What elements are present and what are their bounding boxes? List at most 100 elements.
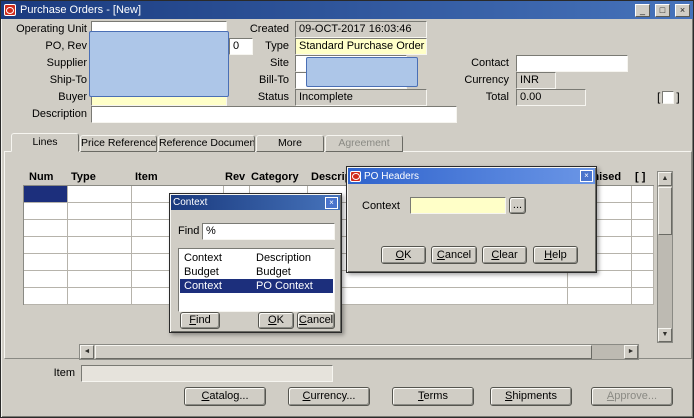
column-header-item: Item	[135, 171, 158, 183]
redacted-region	[89, 31, 229, 97]
created-label: Created	[249, 23, 289, 35]
table-cell[interactable]	[632, 203, 654, 220]
lov-cell: PO Context	[256, 280, 313, 292]
window-title: Purchase Orders - [New]	[20, 4, 142, 16]
table-cell[interactable]	[632, 186, 654, 203]
contact-field[interactable]	[516, 55, 628, 72]
table-cell[interactable]	[68, 237, 132, 254]
context-lov-dialog: Context × Find % Context Description Bud…	[169, 193, 342, 333]
window-titlebar[interactable]: Purchase Orders - [New] _ □ ×	[1, 1, 693, 19]
table-vertical-scrollbar[interactable]: ▲ ▼	[657, 171, 673, 343]
bracket-open: [	[657, 90, 661, 104]
tab-more[interactable]: More	[256, 135, 324, 152]
table-cell[interactable]	[632, 288, 654, 305]
item-label: Item	[53, 367, 75, 379]
type-field[interactable]: Standard Purchase Order	[295, 38, 427, 55]
description-field[interactable]	[91, 106, 457, 123]
lov-ok-button[interactable]: OK	[258, 312, 294, 329]
table-cell[interactable]	[308, 288, 568, 305]
lov-row-budget[interactable]: Budget Budget	[180, 265, 333, 279]
table-cell[interactable]	[632, 271, 654, 288]
scroll-right-icon[interactable]: ►	[624, 345, 638, 359]
currency-field: INR	[516, 72, 556, 89]
bill-to-label: Bill-To	[259, 74, 289, 86]
buyer-label: Buyer	[58, 91, 87, 103]
terms-button[interactable]: Terms	[392, 387, 474, 406]
currency-button[interactable]: Currency...	[288, 387, 370, 406]
scroll-down-icon[interactable]: ▼	[658, 328, 672, 342]
restore-icon[interactable]: □	[655, 3, 670, 17]
table-cell[interactable]	[24, 203, 68, 220]
catalog-button[interactable]: Catalog...	[184, 387, 266, 406]
lov-row-context-selected[interactable]: Context PO Context	[180, 279, 333, 293]
table-cell[interactable]	[68, 203, 132, 220]
table-cell[interactable]	[568, 288, 632, 305]
lov-header-description: Description	[256, 252, 312, 264]
scroll-up-icon[interactable]: ▲	[658, 172, 672, 186]
status-field: Incomplete	[295, 89, 427, 106]
table-cell[interactable]	[632, 254, 654, 271]
tab-price-reference[interactable]: Price Reference	[80, 135, 157, 152]
ok-button[interactable]: OK	[381, 246, 426, 264]
focused-cell[interactable]	[24, 186, 68, 203]
table-cell[interactable]	[632, 220, 654, 237]
ship-to-label: Ship-To	[49, 74, 87, 86]
cancel-button[interactable]: Cancel	[431, 246, 477, 264]
context-input[interactable]	[410, 197, 506, 214]
table-cell[interactable]	[24, 237, 68, 254]
oracle-logo-icon	[4, 4, 16, 16]
table-cell[interactable]	[632, 237, 654, 254]
oracle-logo-icon	[350, 170, 361, 182]
lov-list-header: Context Description	[180, 251, 333, 265]
horizontal-scrollbar-thumb[interactable]	[95, 345, 592, 359]
table-cell[interactable]	[24, 254, 68, 271]
site-label: Site	[270, 57, 289, 69]
item-field[interactable]	[81, 365, 333, 382]
find-input[interactable]: %	[202, 223, 335, 240]
table-cell[interactable]	[68, 254, 132, 271]
type-label: Type	[265, 40, 289, 52]
table-cell[interactable]	[308, 271, 568, 288]
header-flexfield-button[interactable]: [ ]	[657, 89, 680, 106]
purchase-orders-window: Purchase Orders - [New] _ □ × Operating …	[0, 0, 694, 418]
close-icon[interactable]: ×	[580, 170, 593, 182]
operating-unit-label: Operating Unit	[16, 23, 87, 35]
approve-button[interactable]: Approve...	[591, 387, 673, 406]
po-headers-dialog-titlebar[interactable]: PO Headers ×	[348, 168, 595, 184]
flexfield-box[interactable]	[662, 91, 675, 104]
table-cell[interactable]	[24, 288, 68, 305]
clear-button[interactable]: Clear	[482, 246, 527, 264]
table-cell[interactable]	[68, 288, 132, 305]
bracket-close: ]	[676, 90, 680, 104]
column-header-flexfield: [ ]	[635, 171, 646, 183]
tab-lines[interactable]: Lines	[11, 133, 79, 152]
lov-cancel-button[interactable]: Cancel	[297, 312, 335, 329]
status-label: Status	[257, 91, 289, 103]
table-cell[interactable]	[24, 220, 68, 237]
column-header-num: Num	[29, 171, 54, 183]
find-label: Find	[178, 225, 200, 237]
created-field: 09-OCT-2017 16:03:46	[295, 21, 427, 38]
minimize-icon[interactable]: _	[635, 3, 650, 17]
lov-ellipsis-button[interactable]: ...	[509, 197, 526, 214]
table-horizontal-scrollbar[interactable]: ◄ ►	[79, 344, 639, 360]
lov-list[interactable]: Context Description Budget Budget Contex…	[178, 248, 335, 312]
vertical-scrollbar-thumb[interactable]	[658, 187, 672, 235]
close-icon[interactable]: ×	[325, 196, 338, 209]
table-cell[interactable]	[68, 186, 132, 203]
scroll-left-icon[interactable]: ◄	[80, 345, 94, 359]
po-rev-label: PO, Rev	[45, 40, 87, 52]
context-dialog-titlebar[interactable]: Context ×	[171, 195, 340, 210]
tab-agreement[interactable]: Agreement	[325, 135, 403, 152]
lov-cell: Context	[184, 280, 222, 292]
tab-reference-documents[interactable]: Reference Documents	[158, 135, 255, 152]
find-button[interactable]: Find	[180, 312, 220, 329]
table-cell[interactable]	[24, 271, 68, 288]
table-cell[interactable]	[68, 271, 132, 288]
close-icon[interactable]: ×	[675, 3, 690, 17]
table-cell[interactable]	[568, 271, 632, 288]
shipments-button[interactable]: Shipments	[490, 387, 572, 406]
table-cell[interactable]	[68, 220, 132, 237]
help-button[interactable]: Help	[533, 246, 578, 264]
context-dialog-title: Context	[173, 197, 208, 208]
